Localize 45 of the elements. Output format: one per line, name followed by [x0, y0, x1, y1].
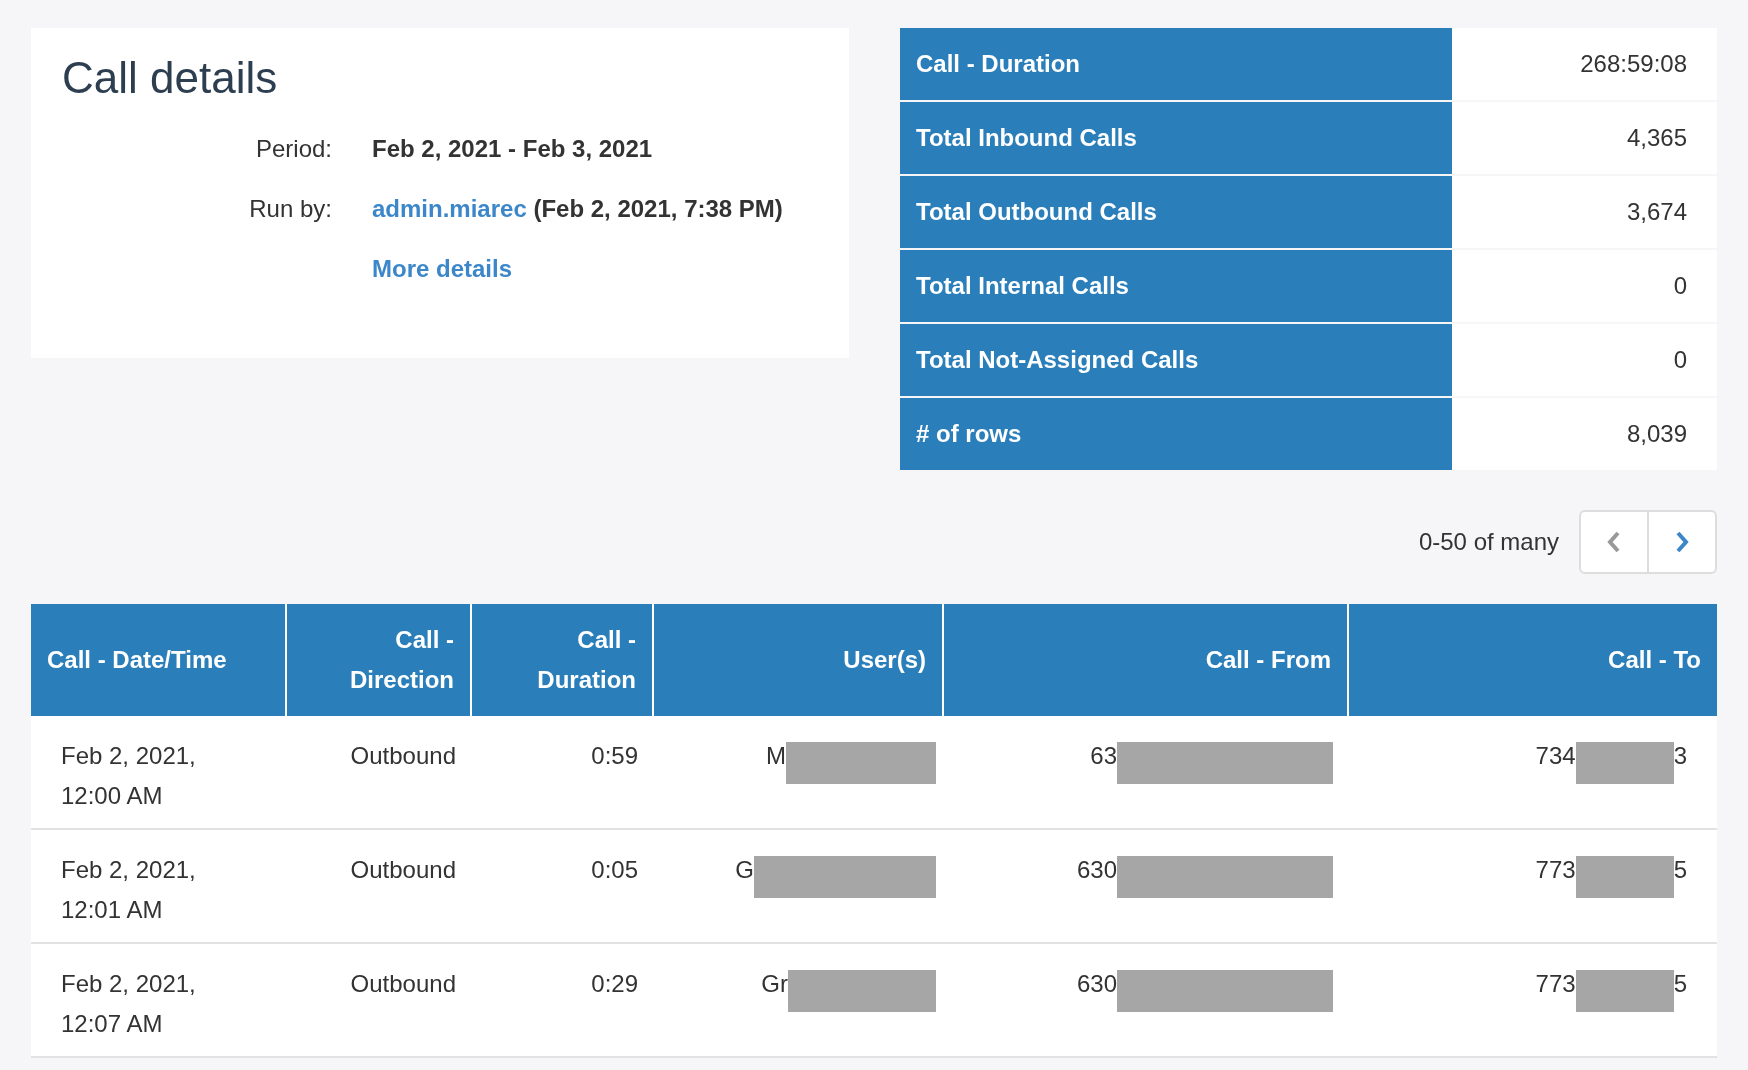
table-cell-text: 773	[1535, 855, 1576, 885]
field-value: Feb 2, 2021 - Feb 3, 2021	[372, 134, 654, 164]
field-value: admin.miarec (Feb 2, 2021, 7:38 PM)	[372, 194, 784, 224]
summary-label: Total Internal Calls	[900, 250, 1452, 322]
summary-label: Call - Duration	[900, 28, 1452, 100]
table-cell: Outbound	[350, 856, 456, 883]
page-title: Call details	[62, 56, 279, 100]
table-cell: 0:59	[591, 742, 638, 769]
field-label: Period:	[254, 134, 332, 164]
chevron-left-icon	[1606, 530, 1622, 554]
table-cell-text: 734	[1535, 741, 1576, 771]
summary-value: 0	[1452, 324, 1717, 396]
field-label: Run by:	[248, 194, 332, 224]
user-link[interactable]: admin.miarec	[372, 195, 527, 222]
next-page-button[interactable]	[1649, 510, 1717, 574]
summary-value: 0	[1452, 250, 1717, 322]
table-cell-text: 63	[1090, 741, 1117, 771]
table-cell-text: G	[735, 855, 754, 885]
table-cell: Outbound	[350, 970, 456, 997]
summary-value: 3,674	[1452, 176, 1717, 248]
table-cell-text: Gr	[761, 969, 788, 999]
table-cell: 0:05	[591, 856, 638, 883]
table-cell: 0:29	[591, 970, 638, 997]
summary-label: Total Outbound Calls	[900, 176, 1452, 248]
table-cell-text: 5	[1673, 969, 1687, 999]
pagination-range: 0-50 of many	[1418, 527, 1559, 557]
table-cell-text: M	[766, 741, 786, 771]
summary-value: 268:59:08	[1452, 28, 1717, 100]
summary-value: 4,365	[1452, 102, 1717, 174]
more-details-link[interactable]: More details	[372, 254, 818, 284]
table-cell: Feb 2, 2021, 12:07 AM	[61, 970, 196, 1037]
table-cell-text: 630	[1076, 969, 1117, 999]
summary-label: Total Not-Assigned Calls	[900, 324, 1452, 396]
table-cell: Feb 2, 2021, 12:00 AM	[61, 742, 196, 809]
table-cell-text: 3	[1673, 741, 1687, 771]
summary-label: # of rows	[900, 398, 1452, 470]
chevron-right-icon	[1674, 530, 1690, 554]
table-cell: Outbound	[350, 742, 456, 769]
summary-label: Total Inbound Calls	[900, 102, 1452, 174]
table-cell-text: 630	[1076, 855, 1117, 885]
table-cell: Feb 2, 2021, 12:01 AM	[61, 856, 196, 923]
table-cell-text: 5	[1673, 855, 1687, 885]
column-header: Call - To	[1607, 645, 1702, 675]
table-cell-text: 773	[1535, 969, 1576, 999]
summary-value: 8,039	[1452, 398, 1717, 470]
